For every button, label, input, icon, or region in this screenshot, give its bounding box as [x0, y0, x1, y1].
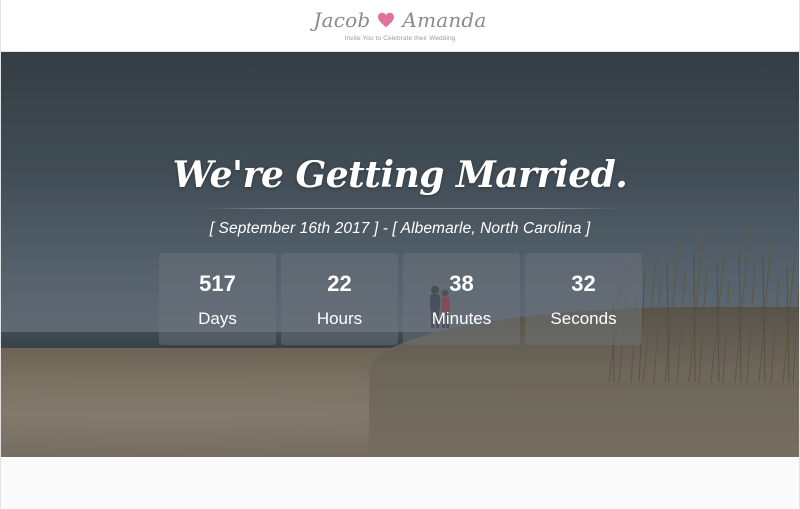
countdown-days-value: 517 — [199, 271, 236, 296]
hero-divider — [200, 208, 624, 209]
countdown-seconds-value: 32 — [571, 271, 596, 296]
hero-content: We're Getting Married. [ September 16th … — [1, 52, 799, 457]
heart-icon — [376, 10, 396, 30]
hero-section: We're Getting Married. [ September 16th … — [1, 52, 799, 457]
countdown-minutes-value: 38 — [449, 271, 474, 296]
countdown-minutes: 38 Minutes — [403, 253, 520, 345]
countdown-seconds-label: Seconds — [550, 309, 617, 328]
countdown-timer: 517 Days 22 Hours 38 Minutes 32 Seconds — [159, 253, 642, 345]
countdown-days: 517 Days — [159, 253, 276, 345]
page: Jacob Amanda Invite You to Celebrate the… — [0, 0, 800, 509]
brand-names: Jacob Amanda — [1, 6, 799, 34]
countdown-days-label: Days — [198, 309, 237, 328]
groom-name: Jacob — [313, 8, 371, 32]
wedding-date-location: [ September 16th 2017 ] - [ Albemarle, N… — [209, 220, 591, 237]
site-header: Jacob Amanda Invite You to Celebrate the… — [1, 0, 799, 52]
countdown-hours-value: 22 — [327, 271, 352, 296]
countdown-hours: 22 Hours — [281, 253, 398, 345]
countdown-seconds: 32 Seconds — [525, 253, 642, 345]
brand-tagline: Invite You to Celebrate their Wedding — [344, 35, 456, 42]
brand-logo-link[interactable]: Jacob Amanda Invite You to Celebrate the… — [1, 6, 799, 42]
countdown-minutes-label: Minutes — [431, 309, 492, 328]
bride-name: Amanda — [402, 8, 487, 32]
page-content-below-hero — [1, 457, 799, 509]
hero-title: We're Getting Married. — [172, 154, 628, 196]
countdown-hours-label: Hours — [316, 309, 363, 328]
